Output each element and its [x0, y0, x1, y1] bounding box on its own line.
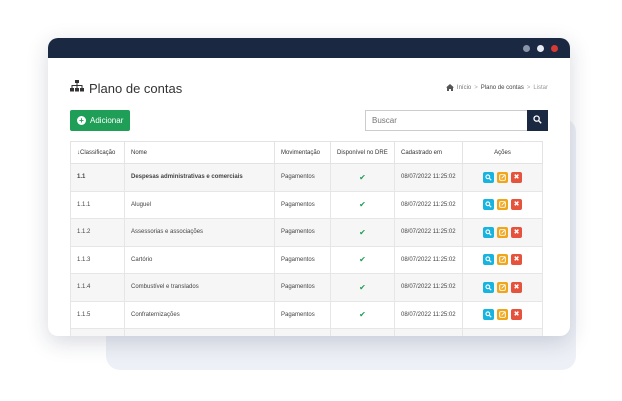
check-icon: ✔: [330, 218, 395, 247]
table-row: 1.1.2 Assessorias e associações Pagament…: [70, 218, 543, 247]
cell-created: 08/07/2022 11:25:02: [394, 300, 463, 329]
table-row: 1.1 Despesas administrativas e comerciai…: [70, 163, 543, 192]
app-window: Plano de contas Início > Plano de contas…: [48, 38, 570, 336]
cell-movement: Pagamentos: [274, 245, 331, 274]
breadcrumb-separator: >: [526, 85, 531, 91]
cell-code: 1.1: [70, 163, 125, 192]
cell-created: 08/07/2022 11:25:02: [394, 218, 463, 247]
window-dot-2[interactable]: [537, 44, 544, 52]
column-header-nome[interactable]: Nome: [124, 141, 275, 164]
cell-name: Confraternizações: [124, 300, 275, 329]
cell-movement: Pagamentos: [274, 300, 331, 329]
table-row: 1.1.3 Cartório Pagamentos ✔ 08/07/2022 1…: [70, 245, 543, 274]
view-button[interactable]: [483, 281, 494, 293]
view-button[interactable]: [483, 309, 494, 321]
column-header-dre[interactable]: Disponível no DRE: [330, 141, 395, 164]
plus-icon: +: [77, 115, 86, 125]
breadcrumb: Início > Plano de contas > Listar: [445, 83, 548, 93]
cell-created: 08/07/2022 11:25:02: [394, 245, 463, 274]
search-button[interactable]: [527, 109, 548, 131]
check-icon: ✔: [330, 163, 395, 192]
search-group: [365, 109, 548, 131]
accounts-table: ↓Classificação Nome Movimentação Disponí…: [70, 141, 543, 336]
table-header-row: ↓Classificação Nome Movimentação Disponí…: [70, 141, 543, 164]
column-header-movimentacao[interactable]: Movimentação: [274, 141, 331, 164]
cell-code: 1.1.2: [70, 218, 125, 247]
delete-button[interactable]: ✖: [511, 226, 522, 238]
title-bar: [48, 38, 570, 58]
search-input[interactable]: [365, 109, 527, 131]
edit-button[interactable]: [497, 171, 508, 183]
column-header-cadastrado[interactable]: Cadastrado em: [394, 141, 463, 164]
cell-name: Combustível e translados: [124, 273, 275, 302]
window-dot-1[interactable]: [523, 44, 530, 52]
column-header-classificacao[interactable]: ↓Classificação: [70, 141, 125, 164]
check-icon: ✔: [330, 273, 395, 302]
edit-button[interactable]: [497, 281, 508, 293]
breadcrumb-plano[interactable]: Plano de contas: [481, 85, 524, 91]
column-header-acoes: Ações: [462, 141, 543, 164]
cell-name: Despesas administrativas e comerciais: [124, 163, 275, 192]
cell-created: 08/07/2022 11:25:02: [394, 273, 463, 302]
cell-name: Cartório: [124, 245, 275, 274]
breadcrumb-listar: Listar: [533, 85, 548, 91]
page-title: Plano de contas: [89, 80, 183, 96]
toolbar: + Adicionar: [70, 108, 548, 132]
search-icon: [533, 111, 542, 129]
delete-button[interactable]: ✖: [511, 199, 522, 211]
cell-movement: Pagamentos: [274, 163, 331, 192]
cell-code: 1.1.1: [70, 190, 125, 219]
cell-code: 1.1.5: [70, 300, 125, 329]
home-icon: [445, 83, 454, 93]
breadcrumb-home[interactable]: Início: [457, 85, 471, 91]
view-button[interactable]: [483, 199, 494, 211]
cell-created: 08/07/2022 11:25:02: [394, 163, 463, 192]
cell-movement: Pagamentos: [274, 273, 331, 302]
sitemap-icon: [70, 79, 84, 97]
check-icon: ✔: [330, 245, 395, 274]
cell-code: 1.1.3: [70, 245, 125, 274]
add-button[interactable]: + Adicionar: [70, 109, 131, 131]
check-icon: ✔: [330, 190, 395, 219]
stage: Plano de contas Início > Plano de contas…: [0, 0, 622, 401]
delete-button[interactable]: ✖: [511, 281, 522, 293]
view-button[interactable]: [483, 171, 494, 183]
table-row-partial: [70, 328, 543, 336]
view-button[interactable]: [483, 254, 494, 266]
delete-button[interactable]: ✖: [511, 254, 522, 266]
delete-button[interactable]: ✖: [511, 171, 522, 183]
view-button[interactable]: [483, 226, 494, 238]
add-button-label: Adicionar: [90, 115, 124, 125]
table-row: 1.1.4 Combustível e translados Pagamento…: [70, 273, 543, 302]
cell-name: Assessorias e associações: [124, 218, 275, 247]
edit-button[interactable]: [497, 309, 508, 321]
edit-button[interactable]: [497, 254, 508, 266]
cell-movement: Pagamentos: [274, 190, 331, 219]
page-header: Plano de contas Início > Plano de contas…: [70, 58, 548, 108]
table-row: 1.1.1 Aluguel Pagamentos ✔ 08/07/2022 11…: [70, 190, 543, 219]
cell-name: Aluguel: [124, 190, 275, 219]
window-dot-3[interactable]: [551, 44, 558, 52]
check-icon: ✔: [330, 300, 395, 329]
cell-created: 08/07/2022 11:25:02: [394, 190, 463, 219]
cell-code: 1.1.4: [70, 273, 125, 302]
edit-button[interactable]: [497, 199, 508, 211]
edit-button[interactable]: [497, 226, 508, 238]
delete-button[interactable]: ✖: [511, 309, 522, 321]
cell-movement: Pagamentos: [274, 218, 331, 247]
breadcrumb-separator: >: [474, 85, 478, 91]
table-row: 1.1.5 Confraternizações Pagamentos ✔ 08/…: [70, 300, 543, 329]
